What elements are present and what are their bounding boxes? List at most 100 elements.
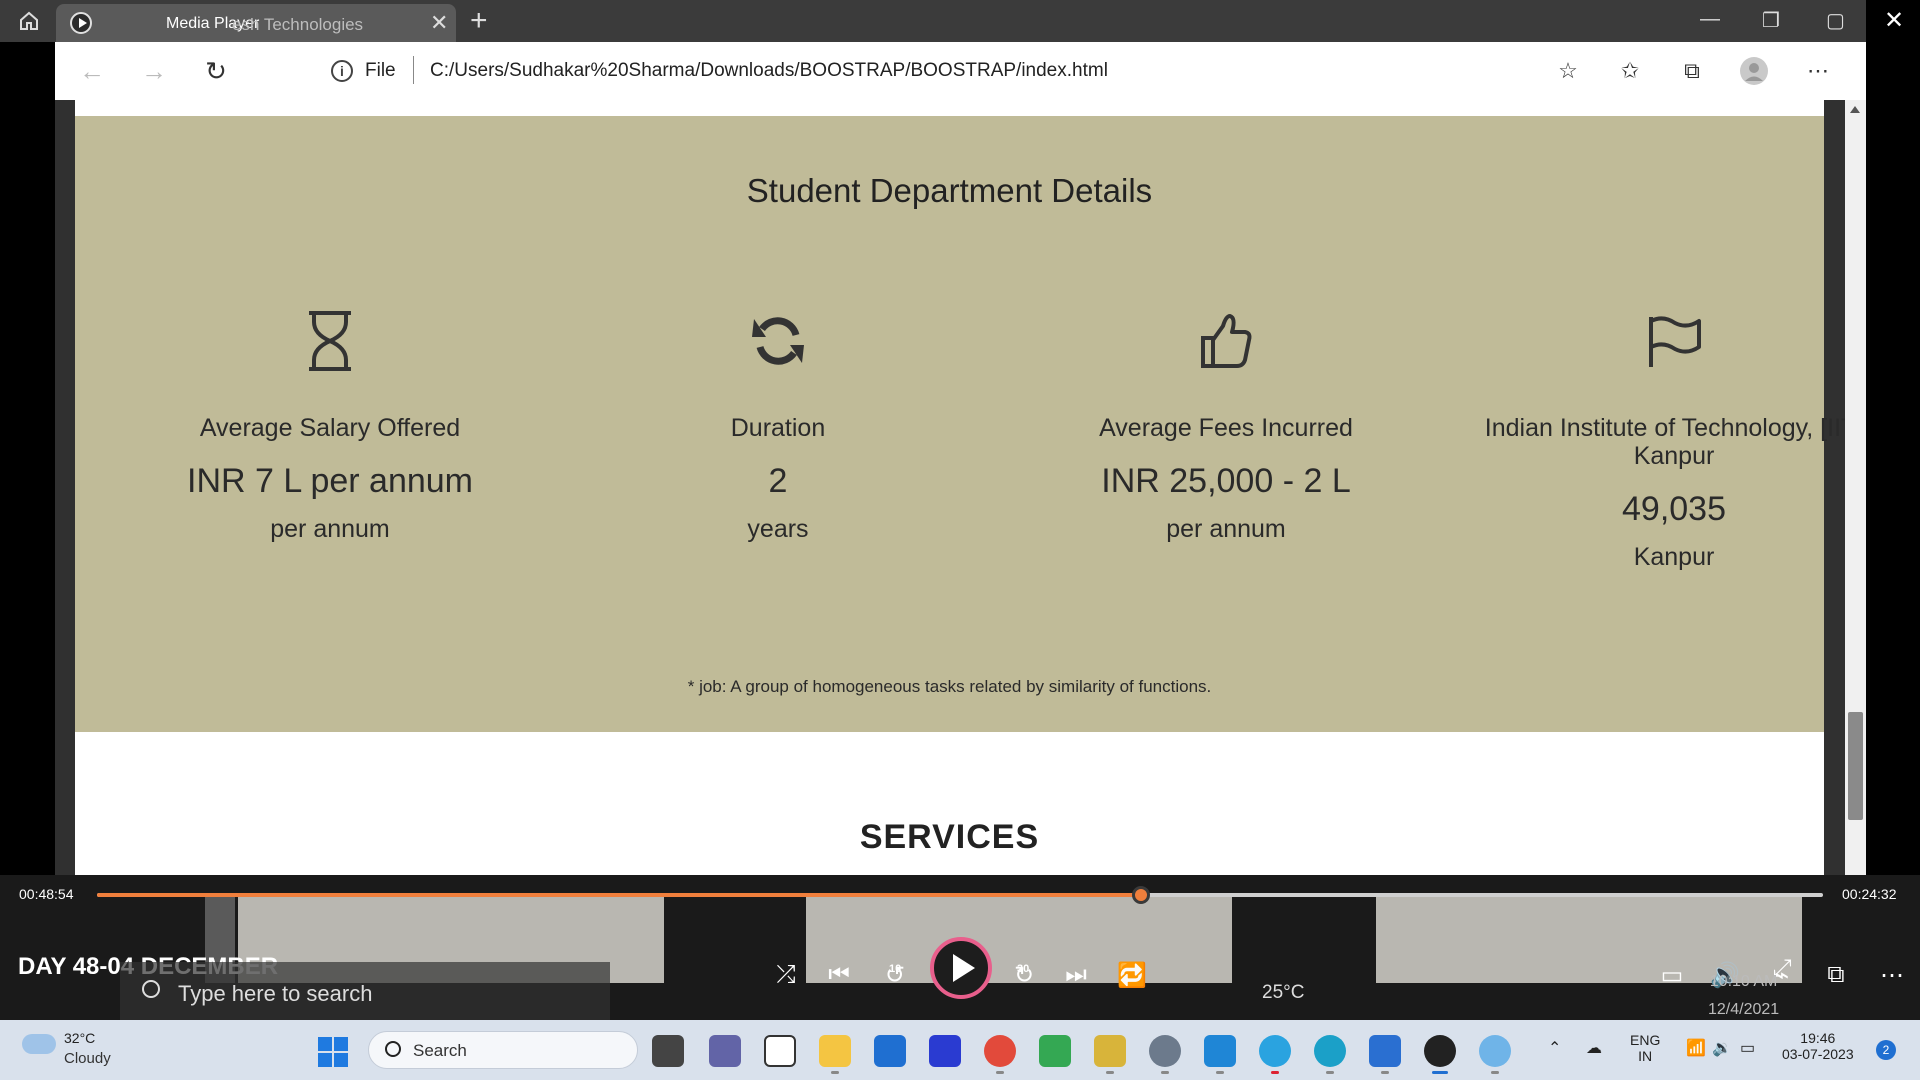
department-details-section: Student Department Details Average Salar…: [75, 116, 1863, 732]
close-tab-icon[interactable]: ✕: [430, 12, 448, 34]
close-window-button[interactable]: ✕: [1884, 6, 1904, 35]
screen: Media Player esh Technologies ✕ + — ❐ ▢ …: [0, 0, 1920, 1080]
browser-tab-bar: Media Player esh Technologies ✕ + — ❐ ▢: [0, 0, 1866, 42]
more-options-icon[interactable]: ⋯: [1803, 56, 1833, 86]
stat-value: INR 7 L per annum: [187, 462, 473, 500]
browser-tab[interactable]: Media Player esh Technologies ✕: [56, 4, 456, 42]
taskbar-search[interactable]: Search: [368, 1031, 638, 1069]
system-clock[interactable]: 19:46 03-07-2023: [1782, 1030, 1854, 1062]
more-options-icon[interactable]: ⋯: [1870, 953, 1914, 997]
home-icon[interactable]: [14, 6, 44, 36]
language-code: ENG: [1630, 1032, 1661, 1048]
hourglass-icon: [115, 306, 545, 376]
shuffle-icon[interactable]: ⤮: [764, 953, 808, 997]
volume-icon[interactable]: 🔉: [1712, 1038, 1732, 1058]
onedrive-icon[interactable]: ☁: [1586, 1038, 1602, 1058]
web-page: Student Department Details Average Salar…: [55, 100, 1866, 875]
vscode-icon[interactable]: [1204, 1035, 1236, 1074]
back-icon[interactable]: ←: [75, 54, 109, 88]
media-player-icon[interactable]: [1424, 1035, 1456, 1074]
remaining-time: 00:24:32: [1842, 886, 1897, 902]
stat-unit: years: [747, 515, 809, 543]
start-button[interactable]: [318, 1037, 348, 1067]
notification-badge[interactable]: 2: [1876, 1040, 1896, 1060]
media-player-icon: [70, 12, 92, 34]
captions-icon[interactable]: ▭: [1650, 953, 1694, 997]
maximize-button[interactable]: ▢: [1826, 8, 1845, 33]
refresh-icon[interactable]: ↻: [199, 54, 233, 88]
language-indicator[interactable]: ENG IN: [1630, 1032, 1660, 1064]
skip-forward-icon[interactable]: ↻: [1002, 953, 1046, 997]
seek-bar-fill: [97, 893, 1142, 897]
refresh-icon: [563, 306, 993, 376]
tray-overflow-icon[interactable]: ⌃: [1548, 1038, 1561, 1058]
services-heading: SERVICES: [859, 818, 1040, 856]
skip-back-seconds: 10: [889, 963, 902, 975]
restore-child-button[interactable]: ❐: [1762, 8, 1780, 33]
binance-icon[interactable]: [1094, 1035, 1126, 1074]
stat-label: Duration: [730, 414, 826, 442]
file-explorer-icon[interactable]: [819, 1035, 851, 1074]
page-scrollbar[interactable]: [1845, 100, 1866, 875]
stat-institute: Indian Institute of Technology, [IIT] Ka…: [1459, 306, 1866, 572]
edge-icon[interactable]: [1314, 1035, 1346, 1074]
new-tab-button[interactable]: +: [470, 6, 488, 36]
info-icon[interactable]: i: [331, 60, 353, 82]
wifi-icon[interactable]: 📶: [1686, 1038, 1706, 1058]
url-divider: [413, 56, 414, 84]
mail-icon[interactable]: [874, 1035, 906, 1067]
stat-label: Average Salary Offered: [199, 414, 461, 442]
paint-icon[interactable]: [1479, 1035, 1511, 1074]
scrollbar-thumb[interactable]: [1848, 712, 1863, 820]
settings-icon[interactable]: [1149, 1035, 1181, 1074]
weather-temperature[interactable]: 32°C: [64, 1030, 95, 1046]
clock-date: 03-07-2023: [1782, 1046, 1854, 1062]
previous-icon[interactable]: ⏮: [817, 953, 861, 997]
video-clock: 10:10 AM 12/4/2021: [1708, 968, 1779, 1024]
elapsed-time: 00:48:54: [19, 886, 74, 902]
notepad-icon[interactable]: [1369, 1035, 1401, 1074]
scroll-up-arrow[interactable]: [1850, 106, 1860, 113]
cloud-icon[interactable]: [22, 1034, 56, 1054]
weather-description[interactable]: Cloudy: [64, 1050, 111, 1067]
clock-time: 19:46: [1800, 1030, 1836, 1046]
skip-forward-seconds: 30: [1017, 963, 1030, 975]
address-bar[interactable]: i File C:/Users/Sudhakar%20Sharma/Downlo…: [265, 50, 1650, 92]
chrome-icon[interactable]: [984, 1035, 1016, 1074]
taskbar: 32°C Cloudy Search ⌃ ☁ ENG IN 📶 🔉 ▭ 19:4…: [0, 1020, 1920, 1080]
forward-icon[interactable]: →: [137, 54, 171, 88]
stat-label: Average Fees Incurred: [1099, 414, 1353, 442]
design-app-icon[interactable]: [929, 1035, 961, 1067]
telegram-icon[interactable]: [1259, 1035, 1291, 1074]
add-favorite-icon[interactable]: ☆: [1553, 56, 1583, 86]
minimize-button[interactable]: —: [1700, 8, 1720, 31]
region-code: IN: [1638, 1048, 1653, 1064]
battery-icon[interactable]: ▭: [1740, 1038, 1755, 1058]
url-text[interactable]: C:/Users/Sudhakar%20Sharma/Downloads/BOO…: [430, 60, 1108, 82]
profile-avatar[interactable]: [1739, 56, 1769, 86]
tab-title: esh Technologies: [232, 15, 364, 34]
video-temperature: 25°C: [1262, 982, 1305, 1003]
favorites-icon[interactable]: ✩: [1615, 56, 1645, 86]
play-store-icon[interactable]: [1039, 1035, 1071, 1067]
footnote: * job: A group of homogeneous tasks rela…: [687, 677, 1212, 696]
address-toolbar: ← → ↻ i File C:/Users/Sudhakar%20Sharma/…: [55, 42, 1866, 100]
next-icon[interactable]: ⏭: [1054, 953, 1098, 997]
search-icon: [385, 1041, 401, 1057]
taskbar-search-label: Search: [413, 1041, 467, 1060]
stat-label: Indian Institute of Technology, [IIT] Ka…: [1484, 414, 1864, 470]
u-app-icon[interactable]: [764, 1035, 796, 1067]
task-view-icon[interactable]: [652, 1035, 684, 1067]
play-button[interactable]: [930, 937, 992, 999]
stat-average-fees: Average Fees Incurred INR 25,000 - 2 L p…: [1011, 306, 1441, 544]
video-search-box: Type here to search: [120, 962, 610, 1020]
seek-bar[interactable]: [97, 886, 1823, 904]
flag-icon: [1459, 306, 1866, 376]
collections-icon[interactable]: ⧉: [1677, 56, 1707, 86]
stat-value: 2: [768, 462, 788, 500]
chat-icon[interactable]: [709, 1035, 741, 1067]
skip-back-icon[interactable]: ↺: [873, 953, 917, 997]
miniplayer-icon[interactable]: ⧉: [1814, 953, 1858, 997]
section-title: Student Department Details: [746, 172, 1153, 209]
repeat-icon[interactable]: 🔁: [1110, 953, 1154, 997]
